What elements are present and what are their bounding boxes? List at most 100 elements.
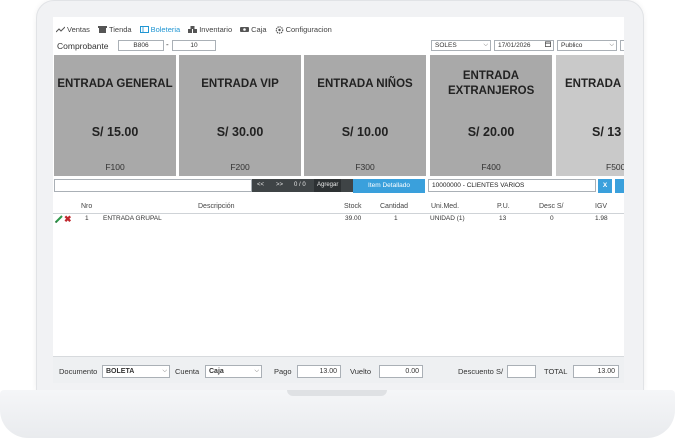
- cuenta-label: Cuenta: [175, 367, 200, 376]
- nav-caja-label: Caja: [251, 24, 267, 34]
- cuenta-select[interactable]: Caja ⌵: [205, 365, 262, 378]
- nav-configuracion-label: Configuracion: [285, 24, 332, 34]
- ticket-card-price: S/ 15.00: [91, 125, 139, 139]
- ticket-cards: ENTRADA GENERAL S/ 15.00 F100 ENTRADA VI…: [53, 55, 624, 176]
- documento-value: BOLETA: [106, 368, 135, 375]
- laptop-notch: [287, 390, 387, 396]
- pager: << >> 0 / 0 Agregar: [252, 179, 353, 192]
- nav-boleteria-label: Boleteria: [150, 24, 181, 34]
- comprobante-label: Comprobante: [57, 41, 109, 51]
- cell-igv: 1.98: [595, 215, 608, 222]
- prev-page-button[interactable]: <<: [257, 179, 264, 192]
- cell-nro: 1: [85, 215, 89, 222]
- nav-boleteria[interactable]: Boleteria: [139, 24, 181, 34]
- col-desc: Desc S/: [539, 203, 564, 210]
- extra-blue-button[interactable]: [615, 179, 624, 193]
- document-header: Comprobante B806 - 10 SOLES ⌵ 17/01/2026…: [53, 39, 624, 55]
- nav-caja[interactable]: Caja: [240, 24, 267, 34]
- nav-inventario-label: Inventario: [199, 24, 233, 34]
- nav-tienda-label: Tienda: [108, 24, 132, 34]
- ticket-card-price: S/ 30.00: [216, 125, 264, 139]
- ticket-card-ninos[interactable]: ENTRADA NIÑOS S/ 10.00 F300: [304, 55, 426, 176]
- product-search-input[interactable]: [54, 179, 252, 192]
- cash-icon: [240, 26, 250, 33]
- store-icon: [97, 25, 107, 33]
- chevron-down-icon: ⌵: [162, 368, 167, 374]
- edit-icon[interactable]: [54, 215, 63, 224]
- ticket-card-code: F100: [105, 162, 125, 172]
- ticket-card-title: ENTRADA VIP: [201, 78, 279, 90]
- cell-desc: 0: [550, 215, 554, 222]
- cell-cantidad: 1: [394, 215, 398, 222]
- pago-label: Pago: [274, 367, 292, 376]
- boxes-icon: [188, 25, 198, 33]
- numero-input[interactable]: 10: [172, 40, 216, 51]
- ticket-card-general[interactable]: ENTRADA GENERAL S/ 15.00 F100: [54, 55, 176, 176]
- ticket-card-code: F300: [355, 162, 375, 172]
- total-label: TOTAL: [544, 367, 568, 376]
- date-input[interactable]: 17/01/2026: [494, 40, 554, 51]
- ticket-icon: [139, 25, 149, 33]
- calendar-icon: [545, 41, 551, 50]
- col-unimed: Uni.Med.: [431, 203, 460, 210]
- ticket-card-title: ENTRADA EXTRANJEROS: [448, 70, 535, 97]
- chevron-down-icon: ⌵: [254, 368, 259, 374]
- ticket-card-price: S/ 10.00: [341, 125, 389, 139]
- ticket-card-code: F400: [481, 162, 501, 172]
- top-nav: Ventas Tienda Boleteria Inventario Caja: [53, 22, 337, 36]
- col-nro: Nro: [81, 203, 93, 210]
- chart-line-icon: [55, 26, 66, 33]
- ticket-card-extranjeros[interactable]: ENTRADA EXTRANJEROS S/ 20.00 F400: [430, 55, 552, 176]
- laptop-base: [0, 390, 675, 438]
- col-igv: IGV: [595, 203, 608, 210]
- next-page-button[interactable]: >>: [276, 179, 283, 192]
- date-value: 17/01/2026: [498, 42, 531, 49]
- ticket-card-title: ENTRADA NIÑOS: [317, 78, 413, 90]
- client-field[interactable]: 10000000 - CLIENTES VARIOS: [428, 179, 596, 192]
- nav-configuracion[interactable]: Configuracion: [275, 25, 332, 34]
- extra-select[interactable]: [620, 40, 624, 51]
- item-detallado-button[interactable]: Item Detallado: [353, 179, 425, 193]
- price-list-select[interactable]: Publico ⌵: [557, 40, 617, 51]
- nav-ventas-label: Ventas: [67, 24, 90, 34]
- clear-client-button[interactable]: X: [598, 179, 612, 193]
- documento-select[interactable]: BOLETA ⌵: [102, 365, 170, 378]
- pago-input[interactable]: 13.00: [297, 365, 341, 378]
- chevron-down-icon: ⌵: [609, 42, 614, 48]
- currency-select[interactable]: SOLES ⌵: [431, 40, 491, 51]
- nav-ventas[interactable]: Ventas: [55, 24, 90, 34]
- nav-inventario[interactable]: Inventario: [188, 25, 232, 34]
- cell-unimed: UNIDAD (1): [430, 215, 465, 222]
- vuelto-input: 0.00: [379, 365, 423, 378]
- cuenta-value: Caja: [209, 368, 224, 375]
- col-pu: P.U.: [497, 203, 510, 210]
- serie-input[interactable]: B806: [118, 40, 164, 51]
- price-list-value: Publico: [561, 42, 583, 49]
- chevron-down-icon: ⌵: [483, 42, 488, 48]
- cell-pu: 13: [499, 215, 507, 222]
- vuelto-label: Vuelto: [350, 367, 371, 376]
- col-descripcion: Descripción: [198, 203, 235, 210]
- col-stock: Stock: [344, 203, 362, 210]
- descuento-input[interactable]: [507, 365, 536, 378]
- footer-bar: Documento BOLETA ⌵ Cuenta Caja ⌵ Pago 13…: [53, 356, 624, 383]
- ticket-card-title: ENTRADA: [565, 78, 622, 90]
- descuento-label: Descuento S/: [458, 367, 504, 376]
- delete-icon[interactable]: ✖: [64, 215, 72, 224]
- serie-separator: -: [166, 40, 169, 49]
- cell-descripcion: ENTRADA GRUPAL: [103, 215, 162, 222]
- ticket-card-vip[interactable]: ENTRADA VIP S/ 30.00 F200: [179, 55, 301, 176]
- add-button[interactable]: Agregar: [314, 179, 342, 192]
- table-row[interactable]: ✖ 1 ENTRADA GRUPAL 39.00 1 UNIDAD (1) 13…: [53, 214, 624, 224]
- total-value: 13.00: [573, 365, 619, 378]
- currency-value: SOLES: [435, 42, 457, 49]
- col-cantidad: Cantidad: [380, 203, 409, 210]
- app-screen: Ventas Tienda Boleteria Inventario Caja: [53, 17, 624, 383]
- page-indicator: 0 / 0: [294, 182, 306, 188]
- ticket-card-title: ENTRADA GENERAL: [57, 78, 173, 90]
- cell-stock: 39.00: [345, 215, 362, 222]
- gear-icon: [275, 25, 284, 34]
- nav-tienda[interactable]: Tienda: [97, 24, 132, 34]
- ticket-card-partial[interactable]: ENTRADA S/ 13 F500: [556, 55, 624, 176]
- search-row: << >> 0 / 0 Agregar Item Detallado 10000…: [53, 179, 624, 193]
